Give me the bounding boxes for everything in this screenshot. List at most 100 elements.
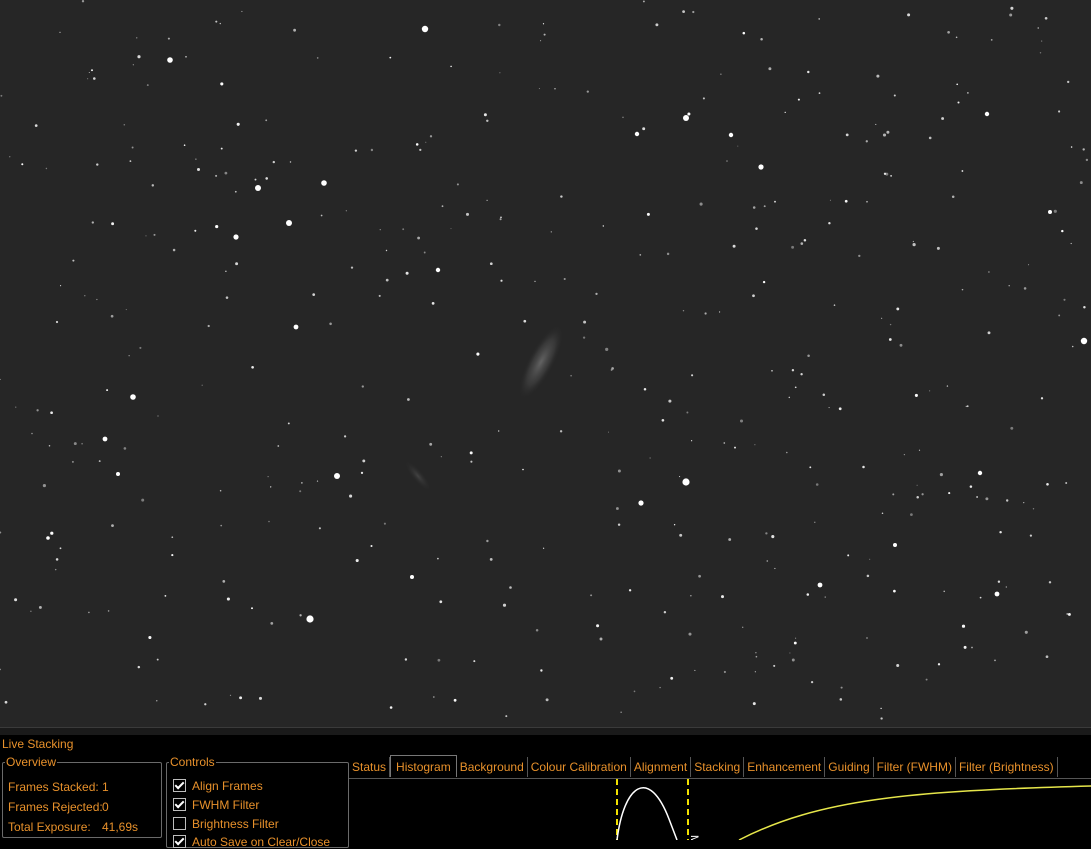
star xyxy=(840,686,843,689)
star xyxy=(220,147,223,150)
tab-status[interactable]: Status xyxy=(349,757,391,777)
histogram-plot: Mi xyxy=(616,779,1091,840)
star xyxy=(563,277,566,281)
star xyxy=(435,267,441,273)
star xyxy=(111,222,115,226)
star xyxy=(476,352,480,356)
star xyxy=(771,535,775,539)
star xyxy=(91,221,94,224)
stacked-image-view[interactable] xyxy=(0,0,1091,727)
star xyxy=(845,133,849,137)
star xyxy=(153,233,156,236)
histogram-view[interactable]: Mi xyxy=(349,779,1091,840)
star xyxy=(542,23,545,25)
star xyxy=(839,698,843,701)
star xyxy=(793,641,797,645)
star xyxy=(1044,16,1048,20)
star xyxy=(289,161,292,163)
star xyxy=(766,560,769,562)
star xyxy=(956,83,959,86)
star xyxy=(98,460,101,463)
star xyxy=(389,706,393,709)
star xyxy=(570,374,572,377)
star xyxy=(251,365,254,369)
star xyxy=(45,167,48,170)
star xyxy=(683,115,689,121)
star xyxy=(81,0,85,3)
star xyxy=(1080,337,1088,345)
star xyxy=(312,293,316,296)
tab-histogram[interactable]: Histogram xyxy=(390,755,457,777)
tab-guiding[interactable]: Guiding xyxy=(825,757,874,777)
tab-colour-calibration[interactable]: Colour Calibration xyxy=(528,757,631,777)
star xyxy=(554,88,556,90)
star xyxy=(136,37,138,39)
star xyxy=(686,411,689,414)
star xyxy=(807,354,810,358)
star xyxy=(673,524,676,526)
tab-bar: Status Histogram Background Colour Calibrat… xyxy=(349,755,1058,778)
star xyxy=(948,492,951,495)
tab-filter-brightness[interactable]: Filter (Brightness) xyxy=(956,757,1058,777)
tab-alignment[interactable]: Alignment xyxy=(631,757,692,777)
star xyxy=(723,442,726,444)
tab-stacking[interactable]: Stacking xyxy=(691,757,745,777)
checkbox-box[interactable] xyxy=(173,798,186,811)
star xyxy=(666,252,670,256)
star xyxy=(172,248,176,252)
star xyxy=(620,711,622,713)
star xyxy=(1070,146,1073,148)
star xyxy=(847,554,850,557)
star xyxy=(251,607,253,610)
star xyxy=(293,324,299,330)
checkbox-box[interactable] xyxy=(173,779,186,792)
star xyxy=(59,547,62,550)
star xyxy=(429,135,433,138)
star xyxy=(754,671,756,673)
marker-label: Mi xyxy=(688,835,700,840)
tab-enhancement[interactable]: Enhancement xyxy=(744,757,826,777)
star xyxy=(646,212,650,216)
star xyxy=(1046,482,1049,486)
tab-background[interactable]: Background xyxy=(457,757,528,777)
star xyxy=(88,71,90,74)
star xyxy=(786,451,788,454)
star xyxy=(545,698,549,702)
checkbox-box[interactable] xyxy=(173,817,186,830)
star xyxy=(370,148,374,152)
checkbox-box[interactable] xyxy=(173,835,186,848)
star xyxy=(473,660,476,663)
star xyxy=(439,600,443,604)
tab-filter-fwhm[interactable]: Filter (FWHM) xyxy=(874,757,956,777)
star xyxy=(1024,630,1028,634)
star xyxy=(999,530,1002,534)
auto-save-checkbox[interactable]: Auto Save on Clear/Close xyxy=(173,835,330,849)
align-frames-checkbox[interactable]: Align Frames xyxy=(173,779,263,793)
star xyxy=(928,136,932,140)
star xyxy=(939,473,943,477)
star xyxy=(215,174,218,177)
star xyxy=(306,615,314,623)
star xyxy=(219,489,222,492)
star xyxy=(862,465,865,469)
star xyxy=(762,280,766,284)
star xyxy=(925,678,928,681)
star xyxy=(817,582,823,588)
star xyxy=(691,440,693,442)
star xyxy=(828,222,831,225)
frames-stacked-label: Frames Stacked: xyxy=(8,780,99,794)
star xyxy=(668,399,672,403)
star xyxy=(14,598,18,602)
star xyxy=(167,57,173,63)
star xyxy=(1039,52,1042,54)
star xyxy=(405,271,409,275)
star xyxy=(797,98,800,101)
brightness-filter-checkbox[interactable]: Brightness Filter xyxy=(173,817,279,831)
fwhm-filter-checkbox[interactable]: FWHM Filter xyxy=(173,798,259,812)
star xyxy=(866,637,868,639)
star xyxy=(833,304,836,306)
star xyxy=(634,131,640,137)
star xyxy=(880,717,883,720)
star xyxy=(893,94,896,97)
star xyxy=(385,278,389,282)
